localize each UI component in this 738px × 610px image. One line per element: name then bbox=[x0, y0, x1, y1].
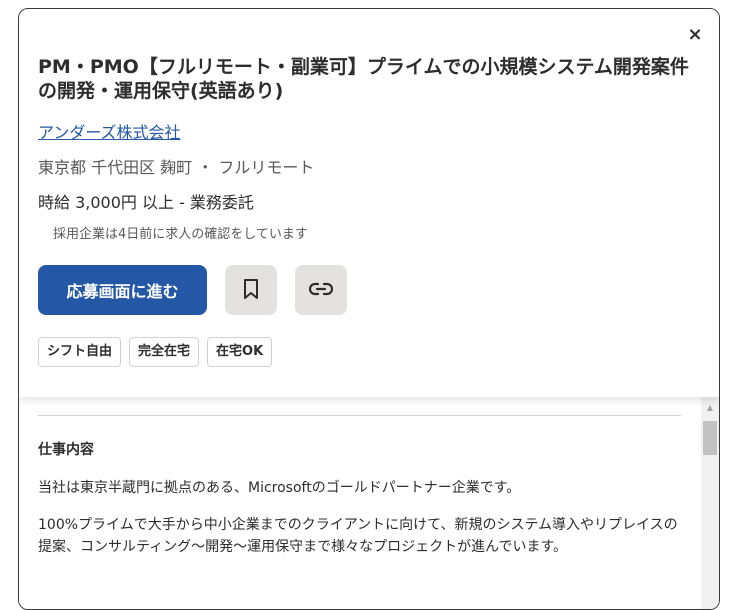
divider bbox=[38, 415, 681, 416]
job-detail-panel: × PM・PMO【フルリモート・副業可】プライムでの小規模システム開発案件の開発… bbox=[18, 8, 720, 610]
apply-button[interactable]: 応募画面に進む bbox=[38, 265, 207, 315]
bookmark-icon bbox=[242, 278, 260, 303]
scrollbar-thumb[interactable] bbox=[703, 421, 717, 455]
company-link[interactable]: アンダーズ株式会社 bbox=[38, 119, 181, 143]
job-salary: 時給 3,000円 以上 - 業務委託 bbox=[38, 193, 254, 212]
description-paragraph: 100%プライムで大手から中小企業までのクライアントに向けて、新規のシステム導入… bbox=[38, 517, 678, 555]
description-paragraph: 当社は東京半蔵門に拠点のある、Microsoftのゴールドパートナー企業です。 bbox=[38, 480, 521, 496]
job-title: PM・PMO【フルリモート・副業可】プライムでの小規模システム開発案件の開発・運… bbox=[38, 56, 689, 102]
tag-remote-ok: 在宅OK bbox=[207, 337, 273, 367]
job-location: 東京都 千代田区 麹町 ・ フルリモート bbox=[38, 158, 315, 177]
link-icon bbox=[308, 282, 334, 299]
save-job-button[interactable] bbox=[225, 265, 277, 315]
job-tags: シフト自由 完全在宅 在宅OK bbox=[38, 337, 273, 367]
close-icon[interactable]: × bbox=[683, 23, 707, 47]
job-description: 仕事内容 当社は東京半蔵門に拠点のある、Microsoftのゴールドパートナー企… bbox=[19, 397, 719, 609]
employer-confirmation-note: 採用企業は4日前に求人の確認をしています bbox=[53, 227, 308, 242]
job-header: × PM・PMO【フルリモート・副業可】プライムでの小規模システム開発案件の開発… bbox=[19, 9, 719, 397]
scroll-up-arrow-icon[interactable]: ▲ bbox=[701, 403, 719, 413]
tag-shift-free: シフト自由 bbox=[38, 337, 122, 367]
copy-link-button[interactable] bbox=[295, 265, 347, 315]
section-title-job-content: 仕事内容 bbox=[38, 442, 94, 458]
scrollbar[interactable]: ▲ bbox=[701, 397, 719, 609]
tag-fully-remote: 完全在宅 bbox=[129, 337, 200, 367]
